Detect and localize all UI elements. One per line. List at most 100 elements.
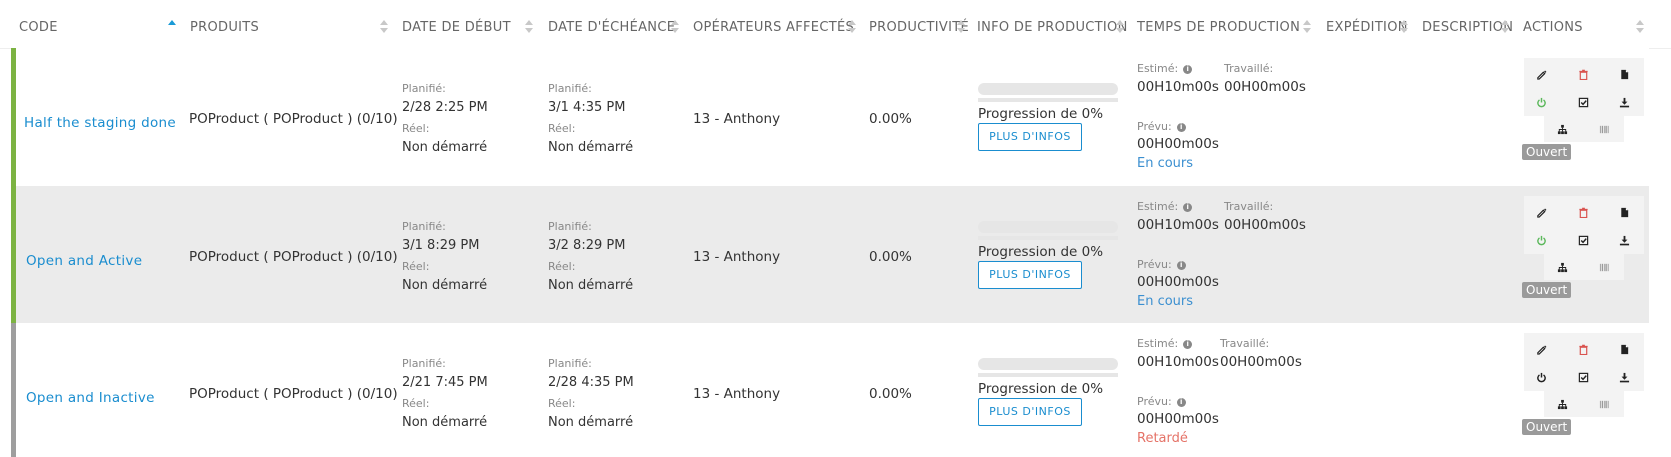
sort-icon[interactable]	[525, 20, 533, 34]
start-real-value: Non démarré	[402, 140, 488, 155]
info-icon[interactable]: i	[1183, 65, 1193, 74]
table-row: Open and Inactive POProduct ( POProduct )…	[11, 323, 1649, 457]
file-icon[interactable]	[1616, 66, 1632, 82]
col-header-products[interactable]: PRODUITS	[190, 20, 259, 35]
trash-icon[interactable]	[1575, 66, 1591, 82]
start-planned-label: Planifié:	[402, 220, 446, 233]
sort-icon[interactable]	[1400, 20, 1408, 34]
actions-panel	[1524, 196, 1644, 282]
actions-panel	[1524, 333, 1644, 419]
edit-icon[interactable]	[1533, 66, 1549, 82]
col-header-start-date[interactable]: DATE DE DÉBUT	[402, 20, 511, 35]
barcode-icon[interactable]	[1596, 259, 1612, 275]
power-icon[interactable]	[1533, 369, 1549, 385]
sitemap-icon[interactable]	[1554, 121, 1570, 137]
sort-icon[interactable]	[848, 20, 856, 34]
row-operators: 13 - Anthony	[693, 386, 781, 402]
actions-panel	[1524, 58, 1644, 144]
table-row: Half the staging done POProduct ( POProdu…	[11, 48, 1649, 186]
row-code-link[interactable]: Open and Inactive	[26, 390, 155, 406]
due-real-value: Non démarré	[548, 415, 634, 430]
col-header-production-info[interactable]: INFO DE PRODUCTION	[977, 20, 1128, 35]
expected-label: Prévu: i	[1137, 258, 1186, 271]
row-code-link[interactable]: Open and Active	[26, 253, 142, 269]
download-icon[interactable]	[1616, 232, 1632, 248]
row-product: POProduct ( POProduct ) (0/10)	[189, 111, 398, 127]
info-icon[interactable]: i	[1183, 203, 1193, 212]
status-text: En cours	[1137, 294, 1194, 309]
due-real-label: Réel:	[548, 122, 576, 135]
start-planned-value: 3/1 8:29 PM	[402, 238, 480, 253]
due-planned-label: Planifié:	[548, 82, 592, 95]
start-planned-value: 2/21 7:45 PM	[402, 375, 488, 390]
download-icon[interactable]	[1616, 94, 1632, 110]
sitemap-icon[interactable]	[1554, 259, 1570, 275]
due-real-value: Non démarré	[548, 278, 634, 293]
start-planned-label: Planifié:	[402, 357, 446, 370]
file-icon[interactable]	[1616, 341, 1632, 357]
sort-icon[interactable]	[1303, 20, 1311, 34]
due-planned-value: 2/28 4:35 PM	[548, 375, 634, 390]
sitemap-icon[interactable]	[1554, 396, 1570, 412]
download-icon[interactable]	[1616, 369, 1632, 385]
progress-track	[978, 373, 1118, 377]
col-header-production-time[interactable]: TEMPS DE PRODUCTION	[1137, 20, 1300, 35]
row-productivity: 0.00%	[869, 249, 912, 265]
sort-icon[interactable]	[380, 20, 388, 34]
status-badge: Ouvert	[1522, 282, 1572, 298]
col-header-productivity[interactable]: PRODUCTIVITÉ	[869, 20, 969, 35]
expected-label: Prévu: i	[1137, 395, 1186, 408]
table-header: CODE PRODUITS DATE DE DÉBUT DATE D'ÉCHÉA…	[0, 0, 1671, 49]
check-square-icon[interactable]	[1575, 94, 1591, 110]
more-info-button[interactable]: PLUS D'INFOS	[978, 261, 1082, 289]
expected-value: 00H00m00s	[1137, 274, 1219, 290]
row-productivity: 0.00%	[869, 111, 912, 127]
due-planned-value: 3/2 8:29 PM	[548, 238, 626, 253]
row-product: POProduct ( POProduct ) (0/10)	[189, 249, 398, 265]
col-header-code[interactable]: CODE	[19, 20, 58, 35]
worked-value: 00H00m00s	[1220, 354, 1302, 370]
due-planned-label: Planifié:	[548, 357, 592, 370]
barcode-icon[interactable]	[1596, 396, 1612, 412]
barcode-icon[interactable]	[1596, 121, 1612, 137]
info-icon[interactable]: i	[1183, 340, 1193, 349]
progress-track	[978, 98, 1118, 102]
more-info-button[interactable]: PLUS D'INFOS	[978, 123, 1082, 151]
more-info-button[interactable]: PLUS D'INFOS	[978, 398, 1082, 426]
worked-value: 00H00m00s	[1224, 79, 1306, 95]
start-planned-label: Planifié:	[402, 82, 446, 95]
col-header-description[interactable]: DESCRIPTION	[1422, 20, 1513, 35]
col-header-operators[interactable]: OPÉRATEURS AFFECTÉS	[693, 20, 854, 35]
info-icon[interactable]: i	[1176, 261, 1186, 270]
sort-asc-icon[interactable]	[168, 20, 176, 34]
edit-icon[interactable]	[1533, 204, 1549, 220]
row-product: POProduct ( POProduct ) (0/10)	[189, 386, 398, 402]
estimated-label: Estimé: i	[1137, 337, 1193, 350]
col-header-due-date[interactable]: DATE D'ÉCHÉANCE	[548, 20, 675, 35]
sort-icon[interactable]	[1501, 20, 1509, 34]
due-real-label: Réel:	[548, 260, 576, 273]
check-square-icon[interactable]	[1575, 369, 1591, 385]
due-real-value: Non démarré	[548, 140, 634, 155]
power-icon[interactable]	[1533, 94, 1549, 110]
worked-label: Travaillé:	[1220, 337, 1270, 350]
col-header-shipping[interactable]: EXPÉDITION	[1326, 20, 1408, 35]
file-icon[interactable]	[1616, 204, 1632, 220]
sort-icon[interactable]	[957, 20, 965, 34]
start-real-label: Réel:	[402, 260, 430, 273]
info-icon[interactable]: i	[1176, 398, 1186, 407]
check-square-icon[interactable]	[1575, 232, 1591, 248]
col-header-actions: ACTIONS	[1523, 20, 1583, 35]
progress-text: Progression de 0%	[978, 106, 1104, 122]
worked-label: Travaillé:	[1224, 200, 1274, 213]
sort-icon[interactable]	[671, 20, 679, 34]
info-icon[interactable]: i	[1176, 123, 1186, 132]
sort-icon[interactable]	[1636, 20, 1644, 34]
sort-icon[interactable]	[1116, 20, 1124, 34]
trash-icon[interactable]	[1575, 204, 1591, 220]
edit-icon[interactable]	[1533, 341, 1549, 357]
power-icon[interactable]	[1533, 232, 1549, 248]
row-operators: 13 - Anthony	[693, 249, 781, 265]
row-code-link[interactable]: Half the staging done	[24, 115, 176, 131]
trash-icon[interactable]	[1575, 341, 1591, 357]
